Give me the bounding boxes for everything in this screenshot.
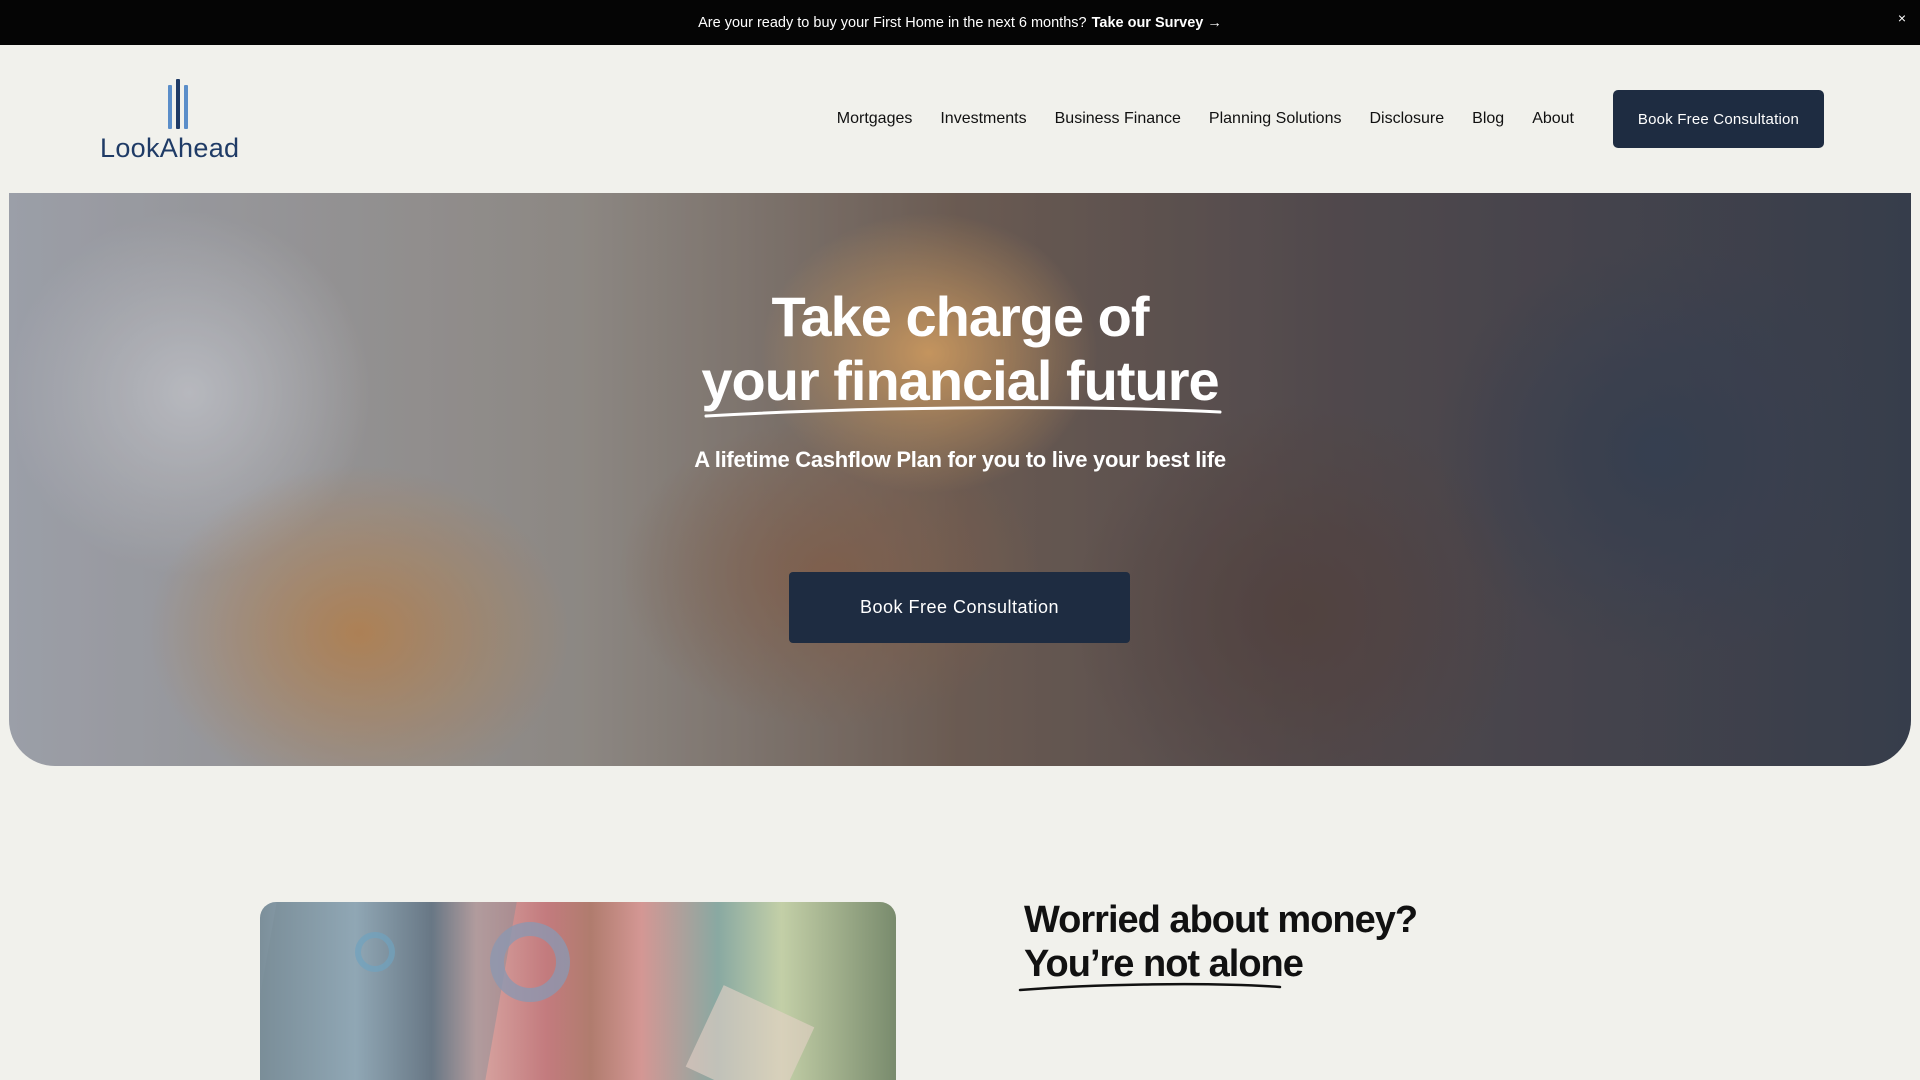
section-heading: Worried about money? You’re not alone bbox=[1024, 898, 1418, 986]
nav-item-mortgages[interactable]: Mortgages bbox=[837, 110, 913, 128]
hero-title: Take charge of your financial future bbox=[9, 285, 1911, 413]
section-heading-line1: Worried about money? bbox=[1024, 899, 1418, 941]
section-underline-decoration bbox=[1018, 982, 1282, 992]
hero-background-image bbox=[9, 193, 1911, 766]
logo[interactable]: LookAhead bbox=[100, 79, 260, 169]
hero-section: Take charge of your financial future A l… bbox=[9, 193, 1911, 766]
header-consultation-button[interactable]: Book Free Consultation bbox=[1613, 90, 1824, 148]
nav-item-investments[interactable]: Investments bbox=[940, 110, 1026, 128]
main-nav: Mortgages Investments Business Finance P… bbox=[837, 110, 1574, 128]
nav-item-planning-solutions[interactable]: Planning Solutions bbox=[1209, 110, 1342, 128]
hero-subtitle: A lifetime Cashflow Plan for you to live… bbox=[694, 447, 1226, 472]
logo-text: LookAhead bbox=[100, 133, 240, 163]
site-header: LookAhead Mortgages Investments Business… bbox=[0, 45, 1920, 193]
nav-item-disclosure[interactable]: Disclosure bbox=[1369, 110, 1444, 128]
logo-mark-icon bbox=[168, 79, 192, 129]
close-icon[interactable]: × bbox=[1898, 11, 1906, 25]
nav-item-business-finance[interactable]: Business Finance bbox=[1055, 110, 1181, 128]
announcement-bar: Are your ready to buy your First Home in… bbox=[0, 0, 1920, 45]
money-image bbox=[260, 902, 896, 1080]
hero-underline-decoration bbox=[704, 406, 1222, 418]
nav-item-about[interactable]: About bbox=[1532, 110, 1574, 128]
hero-consultation-button[interactable]: Book Free Consultation bbox=[789, 572, 1130, 643]
announcement-text: Are your ready to buy your First Home in… bbox=[698, 14, 1087, 31]
hero-title-line1: Take charge of bbox=[771, 285, 1149, 348]
nav-item-blog[interactable]: Blog bbox=[1472, 110, 1504, 128]
survey-link[interactable]: Take our Survey → bbox=[1092, 15, 1222, 31]
